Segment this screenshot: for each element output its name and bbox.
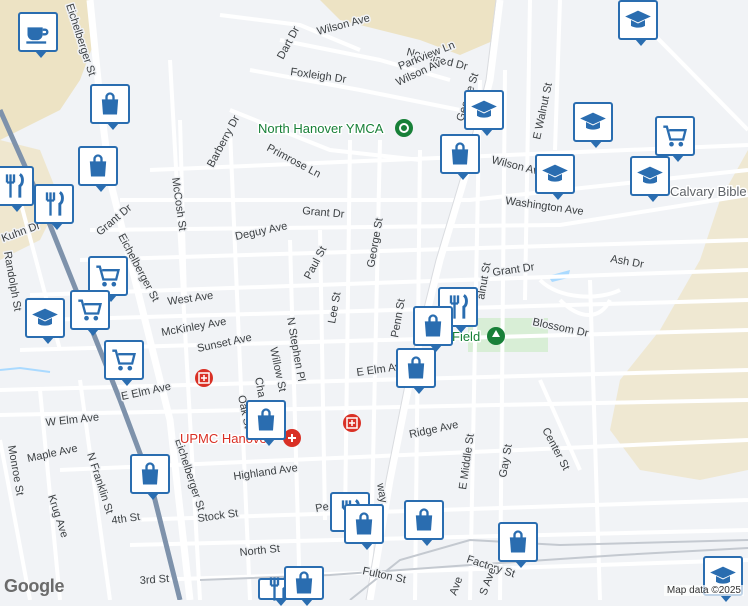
street-label: Grant Dr	[302, 205, 345, 221]
graduation-cap-icon	[471, 100, 497, 118]
fork-knife-icon	[5, 173, 24, 198]
pin-cart-1[interactable]	[655, 116, 695, 162]
pin-shop-8[interactable]	[404, 500, 444, 546]
street-label: North St	[239, 543, 280, 559]
pin-shop-2[interactable]	[440, 134, 480, 180]
street-label: Fulton St	[361, 565, 407, 586]
street-label: Stock St	[197, 507, 239, 525]
shopping-bag-icon	[451, 142, 469, 165]
ymca-marker[interactable]: North Hanover YMCA	[257, 119, 413, 138]
ymca-label: North Hanover YMCA	[258, 121, 384, 136]
pin-school-5[interactable]	[630, 156, 670, 202]
shopping-bag-icon	[257, 408, 275, 431]
pin-school-6[interactable]	[25, 298, 65, 344]
graduation-cap-icon	[32, 308, 58, 326]
shopping-bag-icon	[355, 512, 373, 535]
street-label: Sunset Ave	[196, 332, 253, 355]
street-label: George St	[365, 217, 386, 268]
fork-knife-icon	[45, 191, 64, 216]
pin-school-4[interactable]	[535, 154, 575, 200]
graduation-cap-icon	[625, 10, 651, 28]
medical-icon	[195, 369, 213, 387]
street-label: Barberry Dr	[205, 113, 242, 169]
street-label: Pe	[314, 501, 329, 515]
map-attribution[interactable]: Map data ©2025	[663, 585, 744, 596]
pin-cart-3[interactable]	[70, 290, 110, 336]
street-label: Willow St	[267, 346, 288, 393]
street-label: Ash Dr	[609, 253, 645, 271]
shopping-bag-icon	[509, 530, 527, 553]
graduation-cap-icon	[542, 164, 568, 182]
pin-shop-7[interactable]	[130, 454, 170, 500]
street-label: McKinley Ave	[160, 316, 227, 339]
shopping-cart-icon	[96, 265, 120, 287]
pin-school-2[interactable]	[464, 90, 504, 136]
street-label: West Ave	[167, 290, 214, 308]
street-label: Krug Ave	[45, 493, 70, 539]
street-label: McCosh St	[169, 177, 188, 232]
street-label: N Franklin St	[84, 451, 115, 515]
pin-school-3[interactable]	[573, 102, 613, 148]
shopping-bag-icon	[141, 462, 159, 485]
pin-shop-9[interactable]	[344, 504, 384, 550]
pin-school-1[interactable]	[618, 0, 658, 46]
pin-shop-1[interactable]	[90, 84, 130, 130]
shopping-bag-icon	[407, 356, 425, 379]
street-label: Ave	[448, 575, 466, 597]
street-label: E Walnut St	[531, 82, 555, 141]
street-label: Washington Ave	[505, 195, 585, 218]
pin-cafe-1[interactable]	[18, 12, 58, 58]
street-label: Cha	[252, 376, 267, 399]
coffee-cup-icon	[26, 27, 49, 44]
shopping-bag-icon	[295, 571, 313, 594]
pin-restaurant-2[interactable]	[34, 184, 74, 230]
street-label: Penn St	[389, 298, 408, 339]
street-label: Randolph St	[1, 250, 23, 312]
shopping-cart-icon	[78, 299, 102, 321]
pin-shop-5[interactable]	[396, 348, 436, 394]
street-label: Lee St	[326, 291, 343, 324]
street-label: 3rd St	[139, 573, 169, 587]
shopping-cart-icon	[112, 349, 136, 371]
street-label: E Elm Av	[356, 361, 402, 379]
stream	[0, 366, 51, 373]
pin-restaurant-1[interactable]	[0, 166, 34, 212]
graduation-cap-icon	[637, 166, 663, 184]
shopping-bag-icon	[89, 154, 107, 177]
pin-shop-10[interactable]	[498, 522, 538, 568]
shopping-bag-icon	[101, 92, 119, 115]
calvary-label: Calvary Bible	[670, 184, 747, 199]
shopping-cart-icon	[663, 125, 687, 147]
pin-cart-4[interactable]	[104, 340, 144, 386]
street-label: way	[374, 481, 389, 504]
street-label: N Stephen Pl	[284, 316, 307, 382]
google-logo: Google	[4, 576, 65, 596]
pin-shop-4[interactable]	[413, 306, 453, 352]
street-label: Paul St	[302, 244, 329, 281]
medical-icon	[343, 414, 361, 432]
pin-shop-6[interactable]	[246, 400, 286, 446]
street-label: 4th St	[111, 511, 141, 527]
street-label: Deguy Ave	[234, 220, 288, 243]
street-label: Maple Ave	[26, 443, 79, 465]
shopping-bag-icon	[424, 314, 442, 337]
shopping-bag-icon	[415, 508, 433, 531]
graduation-cap-icon	[580, 112, 606, 130]
pin-shop-3[interactable]	[78, 146, 118, 192]
pin-shop-11[interactable]	[284, 566, 324, 606]
